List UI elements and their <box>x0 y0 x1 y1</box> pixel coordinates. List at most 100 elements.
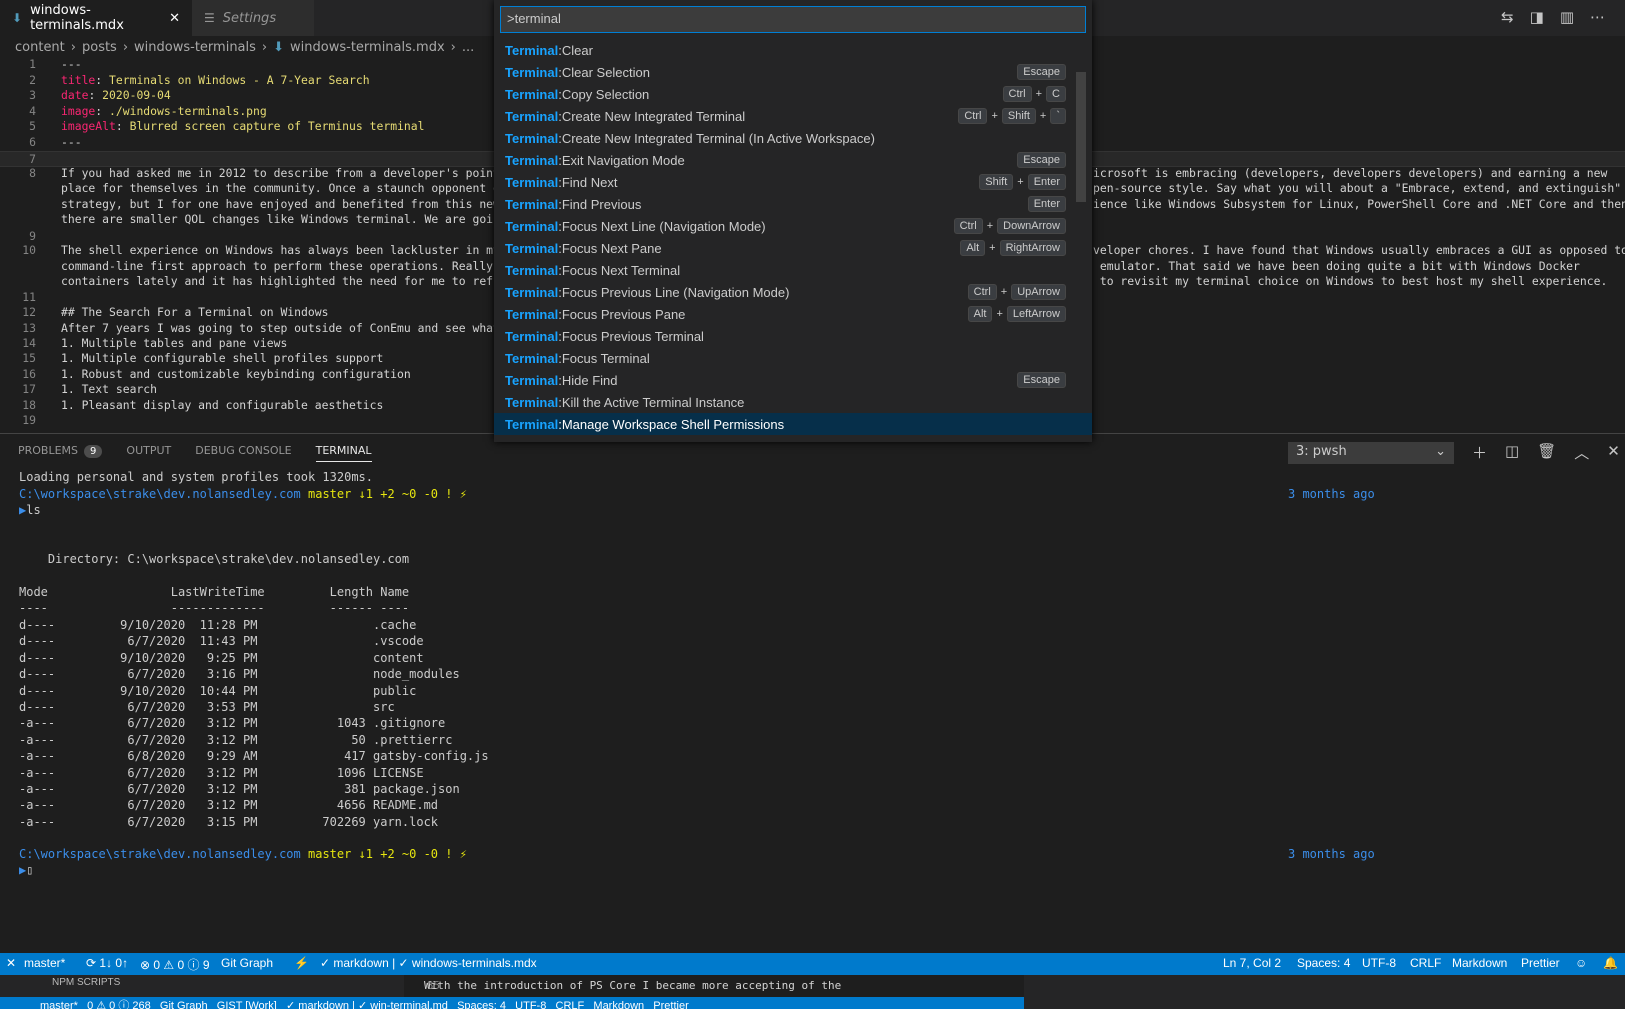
compare-icon[interactable]: ⇆ <box>1501 8 1514 26</box>
code-text: to revisit my terminal choice on Windows… <box>1093 274 1608 288</box>
split-terminal-icon[interactable]: ◫ <box>1505 442 1519 463</box>
problems-status[interactable]: ⊗ 0 ⚠ 0 ⓘ 9 <box>140 956 210 973</box>
lightning-icon[interactable]: ⚡ <box>294 956 309 970</box>
command-item[interactable]: Terminal: Focus Terminal <box>494 347 1086 369</box>
command-item[interactable]: Terminal: Focus Previous Pane Alt + LeftArr… <box>494 303 1086 325</box>
breadcrumb-item[interactable]: windows-terminals.mdx <box>290 40 445 55</box>
command-label: Copy Selection <box>561 86 650 102</box>
close-panel-icon[interactable]: ✕ <box>1607 442 1620 463</box>
code-text: ## The Search For a Terminal on Windows <box>61 305 329 319</box>
line-number: 2 <box>29 73 36 87</box>
command-item[interactable]: Terminal: Create New Integrated Terminal… <box>494 127 1086 149</box>
line-number: 10 <box>22 243 36 257</box>
command-label: Find Next <box>561 174 618 190</box>
line-number: 17 <box>22 382 36 396</box>
maximize-panel-icon[interactable]: ︿ <box>1574 442 1589 463</box>
remote-icon[interactable]: ✕ <box>6 956 16 970</box>
code-line: With the introduction of PS Core I becam… <box>424 979 842 992</box>
command-item[interactable]: Terminal: Find Previous Enter <box>494 193 1086 215</box>
keybinding: Ctrl + Shift + ` <box>958 108 1066 124</box>
command-label: Focus Next Line (Navigation Mode) <box>561 218 766 234</box>
command-item[interactable]: Terminal: Manage Workspace Shell Permiss… <box>494 413 1092 435</box>
breadcrumb-item[interactable]: windows-terminals <box>134 40 256 55</box>
terminal-line: C:\workspace\strake\dev.nolansedley.com … <box>19 847 467 864</box>
tab-terminal[interactable]: TERMINAL <box>315 444 372 462</box>
sync-status[interactable]: ⟳ 1↓ 0↑ <box>86 956 128 970</box>
end-of-line[interactable]: CRLF <box>1410 956 1441 970</box>
language-mode[interactable]: Markdown <box>1452 956 1507 970</box>
terminal-text: ---- ------------- ------ ---- <box>19 601 410 615</box>
key-label: Ctrl <box>953 218 983 234</box>
command-label: Focus Previous Line (Navigation Mode) <box>561 284 790 300</box>
background-status-text: master* 0 ⚠ 0 ⓘ 268 Git Graph GIST [Work… <box>40 1000 689 1009</box>
git-status: master ↓1 +2 ~0 -0 ! ⚡ <box>300 487 467 501</box>
tab-output[interactable]: OUTPUT <box>126 444 171 462</box>
panel-tabs: PROBLEMS 9 OUTPUT DEBUG CONSOLE TERMINAL <box>18 444 372 462</box>
command-item[interactable]: Terminal: Focus Previous Terminal <box>494 325 1086 347</box>
command-prefix: Terminal <box>505 108 559 124</box>
scrollbar[interactable] <box>1076 72 1086 202</box>
command-item[interactable]: Terminal: Clear Selection Escape <box>494 61 1086 83</box>
more-icon[interactable]: ⋯ <box>1590 8 1605 26</box>
yaml-key: image <box>61 104 96 118</box>
breadcrumb-item[interactable]: content <box>15 40 65 55</box>
terminal-select[interactable]: 3: pwsh ⌄ <box>1288 442 1454 464</box>
directory-row: d---- 9/10/2020 9:25 PM content <box>19 650 424 665</box>
keybinding: Escape <box>1017 372 1066 388</box>
terminal-line: -a--- 6/7/2020 3:15 PM 702269 yarn.lock <box>19 815 438 832</box>
command-prefix: Terminal <box>505 196 559 212</box>
lint-status[interactable]: ✓ markdown | ✓ windows-terminals.mdx <box>320 956 537 970</box>
encoding[interactable]: UTF-8 <box>1362 956 1396 970</box>
breadcrumb-item[interactable]: ... <box>462 40 474 55</box>
code-text: ience like Windows Subsystem for Linux, … <box>1093 197 1625 211</box>
git-branch[interactable]: master* <box>24 956 65 970</box>
yaml-value: ./windows-terminals.png <box>109 104 267 118</box>
panel-actions: ＋ ◫ 🗑 ︿ ✕ <box>1472 442 1620 463</box>
command-palette: >terminal Terminal: Clear Terminal: Clear… <box>494 0 1092 442</box>
split-editor-icon[interactable]: ▥ <box>1560 8 1574 26</box>
trash-icon[interactable]: 🗑 <box>1537 442 1556 463</box>
command-item[interactable]: Terminal: Focus Next Pane Alt + RightArrow <box>494 237 1086 259</box>
npm-scripts-label[interactable]: NPM SCRIPTS <box>52 977 120 988</box>
command-item[interactable]: Terminal: Clear <box>494 39 1086 61</box>
line-number: 6 <box>29 135 36 149</box>
tab-problems[interactable]: PROBLEMS 9 <box>18 444 103 462</box>
command-item[interactable]: Terminal: Create New Integrated Terminal… <box>494 105 1086 127</box>
directory-row: -a--- 6/7/2020 3:12 PM 1043 .gitignore <box>19 716 446 731</box>
command-prefix: Terminal <box>505 284 559 300</box>
code-text: veloper chores. I have found that Window… <box>1093 243 1625 257</box>
tab-settings[interactable]: ☰ Settings <box>192 0 314 36</box>
preview-icon[interactable]: ◨ <box>1530 8 1544 26</box>
status-bar: ✕ master* ⟳ 1↓ 0↑ ⊗ 0 ⚠ 0 ⓘ 9 Git Graph … <box>0 953 1625 975</box>
tab-debug-console[interactable]: DEBUG CONSOLE <box>195 444 291 462</box>
chevron-right-icon: › <box>450 39 456 55</box>
indentation[interactable]: Spaces: 4 <box>1297 956 1350 970</box>
bell-icon[interactable]: 🔔 <box>1603 956 1618 970</box>
command-item[interactable]: Terminal: Hide Find Escape <box>494 369 1086 391</box>
code-text: containers lately and it has highlighted… <box>61 274 514 288</box>
command-item[interactable]: Terminal: Kill the Active Terminal Insta… <box>494 391 1086 413</box>
command-item[interactable]: Terminal: Copy Selection Ctrl + C <box>494 83 1086 105</box>
background-status-bar: master* 0 ⚠ 0 ⓘ 268 Git Graph GIST [Work… <box>0 997 1024 1009</box>
code-text: icrosoft is embracing (developers, devel… <box>1093 166 1608 180</box>
command-item[interactable]: Terminal: Focus Next Line (Navigation Mo… <box>494 215 1086 237</box>
feedback-icon[interactable]: ☺ <box>1575 956 1587 970</box>
key-label: Enter <box>1027 174 1066 190</box>
command-label: Kill the Active Terminal Instance <box>561 394 745 410</box>
command-item[interactable]: Terminal: Exit Navigation Mode Escape <box>494 149 1086 171</box>
terminal-command: ls <box>26 503 41 517</box>
key-label: DownArrow <box>997 218 1066 234</box>
key-label: Enter <box>1027 196 1066 212</box>
close-icon[interactable]: ✕ <box>169 11 180 26</box>
cursor-position[interactable]: Ln 7, Col 2 <box>1223 956 1281 970</box>
command-item[interactable]: Terminal: Find Next Shift + Enter <box>494 171 1086 193</box>
command-palette-input[interactable]: >terminal <box>500 6 1086 33</box>
add-terminal-icon[interactable]: ＋ <box>1472 442 1487 463</box>
formatter[interactable]: Prettier <box>1521 956 1560 970</box>
command-item[interactable]: Terminal: Focus Previous Line (Navigatio… <box>494 281 1086 303</box>
terminal-line: -a--- 6/7/2020 3:12 PM 1043 .gitignore <box>19 716 445 733</box>
git-graph[interactable]: Git Graph <box>221 956 273 970</box>
command-item[interactable]: Terminal: Focus Next Terminal <box>494 259 1086 281</box>
tab-windows-terminals[interactable]: ⬇ windows-terminals.mdx ✕ <box>0 0 192 36</box>
breadcrumb-item[interactable]: posts <box>82 40 117 55</box>
